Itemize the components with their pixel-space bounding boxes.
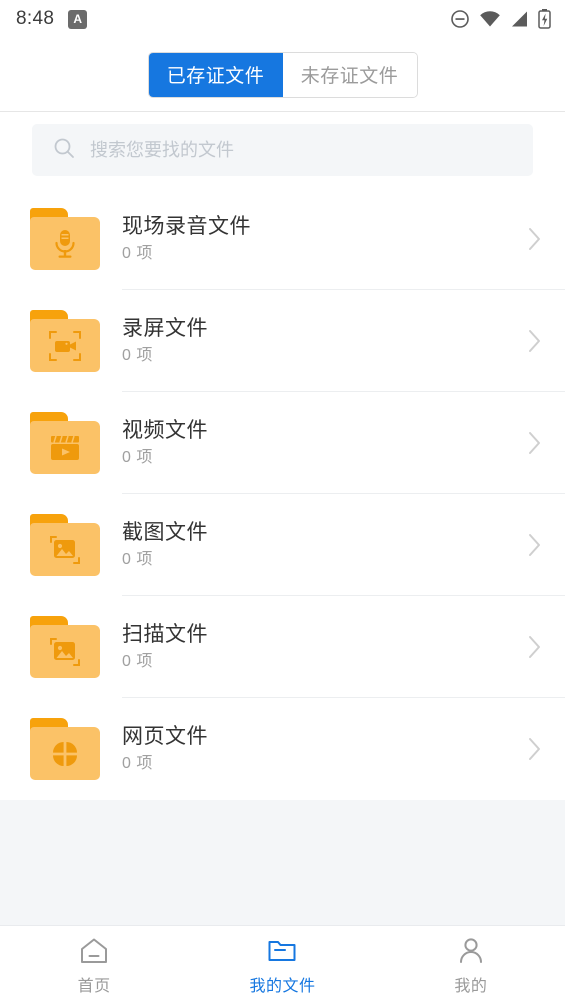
file-category-list: 现场录音文件 0 项 录屏文件 0 项 视频文件 0 项 截图文件 0 项 扫描… bbox=[0, 188, 565, 800]
search-icon bbox=[52, 136, 76, 165]
screen-record-folder-icon bbox=[30, 310, 100, 372]
video-folder-icon bbox=[30, 412, 100, 474]
nav-label-home: 首页 bbox=[77, 978, 111, 995]
person-icon bbox=[457, 934, 485, 964]
table-row[interactable]: 网页文件 0 项 bbox=[0, 698, 565, 800]
tab-uncertified-files[interactable]: 未存证文件 bbox=[282, 52, 417, 97]
wifi-icon bbox=[479, 10, 501, 28]
row-text: 现场录音文件 0 项 bbox=[122, 216, 505, 262]
screenshot-folder-icon bbox=[30, 514, 100, 576]
chevron-right-icon[interactable] bbox=[505, 531, 565, 559]
chevron-right-icon[interactable] bbox=[505, 633, 565, 661]
chevron-right-icon[interactable] bbox=[505, 327, 565, 355]
chevron-right-icon[interactable] bbox=[505, 735, 565, 763]
row-item-count: 0 项 bbox=[122, 755, 153, 772]
row-title: 视频文件 bbox=[122, 419, 208, 442]
home-icon bbox=[79, 934, 109, 964]
status-bar-notification-icons: A bbox=[68, 9, 88, 29]
row-item-count: 0 项 bbox=[122, 449, 153, 466]
file-filter-segmented-control[interactable]: 已存证文件 未存证文件 bbox=[147, 51, 418, 98]
row-text: 扫描文件 0 项 bbox=[122, 624, 505, 670]
folder-icon bbox=[267, 934, 297, 964]
cellular-signal-icon bbox=[510, 10, 529, 28]
table-row[interactable]: 录屏文件 0 项 bbox=[0, 290, 565, 392]
nav-label-my-files: 我的文件 bbox=[249, 978, 316, 995]
table-row[interactable]: 截图文件 0 项 bbox=[0, 494, 565, 596]
nav-label-profile: 我的 bbox=[454, 978, 488, 995]
app-screen: 8:48 A 已存证文件 未存证文件 搜索您要找的文件 现场录音文件 0 项 录… bbox=[0, 0, 565, 1004]
table-row[interactable]: 视频文件 0 项 bbox=[0, 392, 565, 494]
search-section bbox=[0, 112, 565, 188]
microphone-folder-icon bbox=[30, 208, 100, 270]
row-item-count: 0 项 bbox=[122, 245, 153, 262]
battery-charging-icon bbox=[538, 9, 551, 29]
scan-folder-icon bbox=[30, 616, 100, 678]
row-item-count: 0 项 bbox=[122, 551, 153, 568]
nav-item-profile[interactable]: 我的 bbox=[377, 926, 565, 1004]
chevron-right-icon[interactable] bbox=[505, 225, 565, 253]
app-notification-icon: A bbox=[68, 9, 88, 29]
table-row[interactable]: 现场录音文件 0 项 bbox=[0, 188, 565, 290]
row-text: 网页文件 0 项 bbox=[122, 726, 505, 772]
row-title: 网页文件 bbox=[122, 725, 208, 748]
row-item-count: 0 项 bbox=[122, 653, 153, 670]
nav-item-home[interactable]: 首页 bbox=[0, 926, 188, 1004]
chevron-right-icon[interactable] bbox=[505, 429, 565, 457]
bottom-navigation: 首页 我的文件 我的 bbox=[0, 925, 565, 1004]
table-row[interactable]: 扫描文件 0 项 bbox=[0, 596, 565, 698]
empty-area bbox=[0, 800, 565, 925]
row-text: 视频文件 0 项 bbox=[122, 420, 505, 466]
status-bar-system-icons bbox=[450, 9, 551, 29]
search-box[interactable] bbox=[32, 124, 533, 176]
row-title: 扫描文件 bbox=[122, 623, 208, 646]
search-input[interactable] bbox=[90, 139, 513, 161]
row-title: 录屏文件 bbox=[122, 317, 208, 340]
row-item-count: 0 项 bbox=[122, 347, 153, 364]
tab-certified-files[interactable]: 已存证文件 bbox=[148, 52, 283, 97]
row-title: 现场录音文件 bbox=[122, 215, 251, 238]
status-bar: 8:48 A bbox=[0, 0, 565, 38]
status-bar-clock: 8:48 bbox=[16, 8, 55, 29]
row-text: 录屏文件 0 项 bbox=[122, 318, 505, 364]
webpage-folder-icon bbox=[30, 718, 100, 780]
row-text: 截图文件 0 项 bbox=[122, 522, 505, 568]
nav-item-my-files[interactable]: 我的文件 bbox=[188, 926, 376, 1004]
row-title: 截图文件 bbox=[122, 521, 208, 544]
page-header: 已存证文件 未存证文件 bbox=[0, 38, 565, 112]
do-not-disturb-icon bbox=[450, 9, 470, 29]
